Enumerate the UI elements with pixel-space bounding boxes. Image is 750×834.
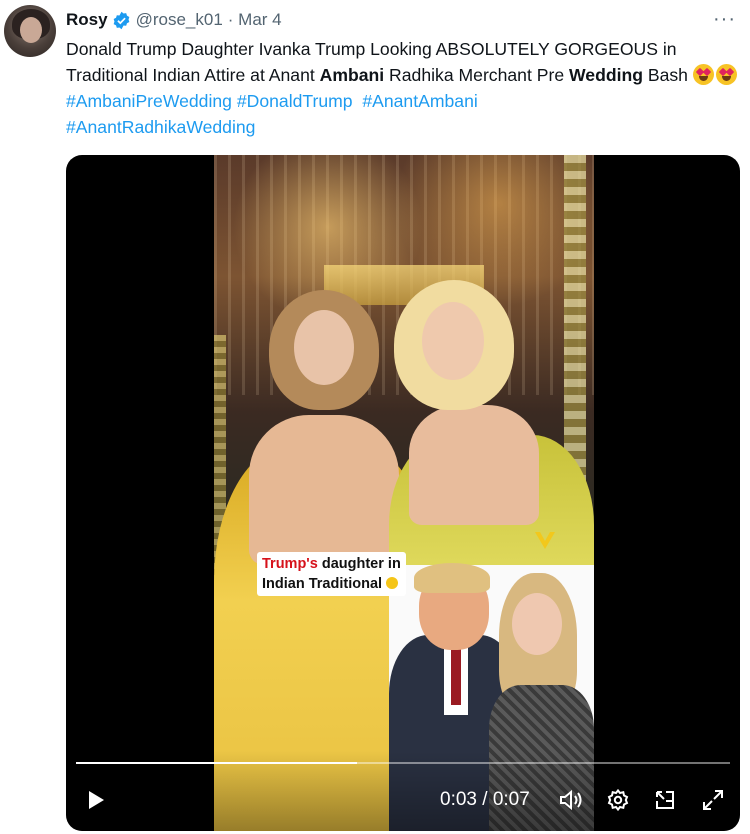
- play-icon: [89, 791, 104, 809]
- time-separator: /: [476, 789, 493, 810]
- emoji-icon: [386, 577, 399, 589]
- hashtag-link[interactable]: #DonaldTrump: [237, 91, 353, 111]
- tweet-text-part: Radhika Merchant Pre: [384, 65, 569, 85]
- time-display: 0:03 / 0:07: [440, 789, 530, 811]
- caption-highlight: Trump's: [262, 556, 318, 572]
- duration: 0:07: [492, 789, 530, 810]
- hashtag-link[interactable]: #AnantRadhikaWedding: [66, 117, 255, 137]
- caption-text: Indian Traditional: [262, 576, 387, 592]
- volume-icon: [560, 789, 582, 811]
- progress-fill: [76, 762, 358, 764]
- heart-eyes-emoji-icon: [692, 64, 714, 85]
- settings-button[interactable]: [603, 785, 633, 815]
- settings-icon: [607, 788, 629, 812]
- tweet-text: Donald Trump Daughter Ivanka Trump Looki…: [66, 36, 742, 140]
- more-icon[interactable]: ···: [713, 8, 736, 31]
- heart-eyes-emoji-icon: [715, 64, 737, 85]
- avatar[interactable]: [4, 5, 56, 57]
- hashtag-link[interactable]: #AmbaniPreWedding: [66, 91, 232, 111]
- tweet-text-bold: Wedding: [569, 65, 643, 85]
- current-time: 0:03: [440, 789, 477, 810]
- progress-bar[interactable]: [76, 762, 730, 764]
- video-caption: Trump's daughter in Indian Traditional: [257, 552, 406, 596]
- fullscreen-icon: [703, 790, 723, 810]
- pip-icon: [656, 791, 674, 809]
- hashtag-link[interactable]: #AnantAmbani: [362, 91, 477, 111]
- volume-button[interactable]: [556, 785, 586, 815]
- fullscreen-button[interactable]: [698, 785, 728, 815]
- video-player[interactable]: Trump's daughter in Indian Traditional 0…: [66, 155, 740, 831]
- play-button[interactable]: [80, 785, 110, 815]
- video-frame[interactable]: Trump's daughter in Indian Traditional: [214, 155, 594, 831]
- watermark-logo-icon: [535, 532, 555, 549]
- tweet-text-part: Bash: [642, 65, 693, 85]
- verified-badge-icon: [113, 11, 129, 29]
- tweet-date[interactable]: · Mar 4: [228, 10, 282, 30]
- author-handle[interactable]: @rose_k01: [136, 10, 223, 30]
- pip-button[interactable]: [650, 785, 680, 815]
- tweet-header: Rosy @rose_k01 · Mar 4: [66, 8, 282, 32]
- caption-text: daughter in: [317, 556, 401, 572]
- tweet-text-bold: Ambani: [319, 65, 385, 85]
- author-name[interactable]: Rosy: [66, 10, 108, 30]
